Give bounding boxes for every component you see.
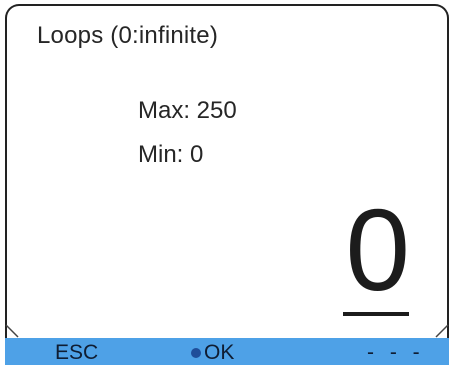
loops-value-input[interactable]: 0 <box>345 192 410 308</box>
softkey-bar: ESC OK - - - <box>5 338 449 365</box>
device-screen: Loops (0:infinite) Max: 250 Min: 0 0 ESC… <box>0 0 454 365</box>
corner-chevron-right-icon <box>435 324 449 338</box>
more-softkey[interactable]: - - - <box>367 341 425 365</box>
dialog-title: Loops (0:infinite) <box>37 22 219 49</box>
max-limit-label: Max: 250 <box>138 97 237 124</box>
ok-softkey[interactable]: OK <box>191 341 234 365</box>
dot-icon <box>191 348 201 358</box>
edit-cursor <box>343 312 409 316</box>
corner-chevron-left-icon <box>5 324 19 338</box>
esc-softkey[interactable]: ESC <box>55 341 98 365</box>
ok-softkey-label: OK <box>204 341 235 364</box>
min-limit-label: Min: 0 <box>138 141 204 168</box>
